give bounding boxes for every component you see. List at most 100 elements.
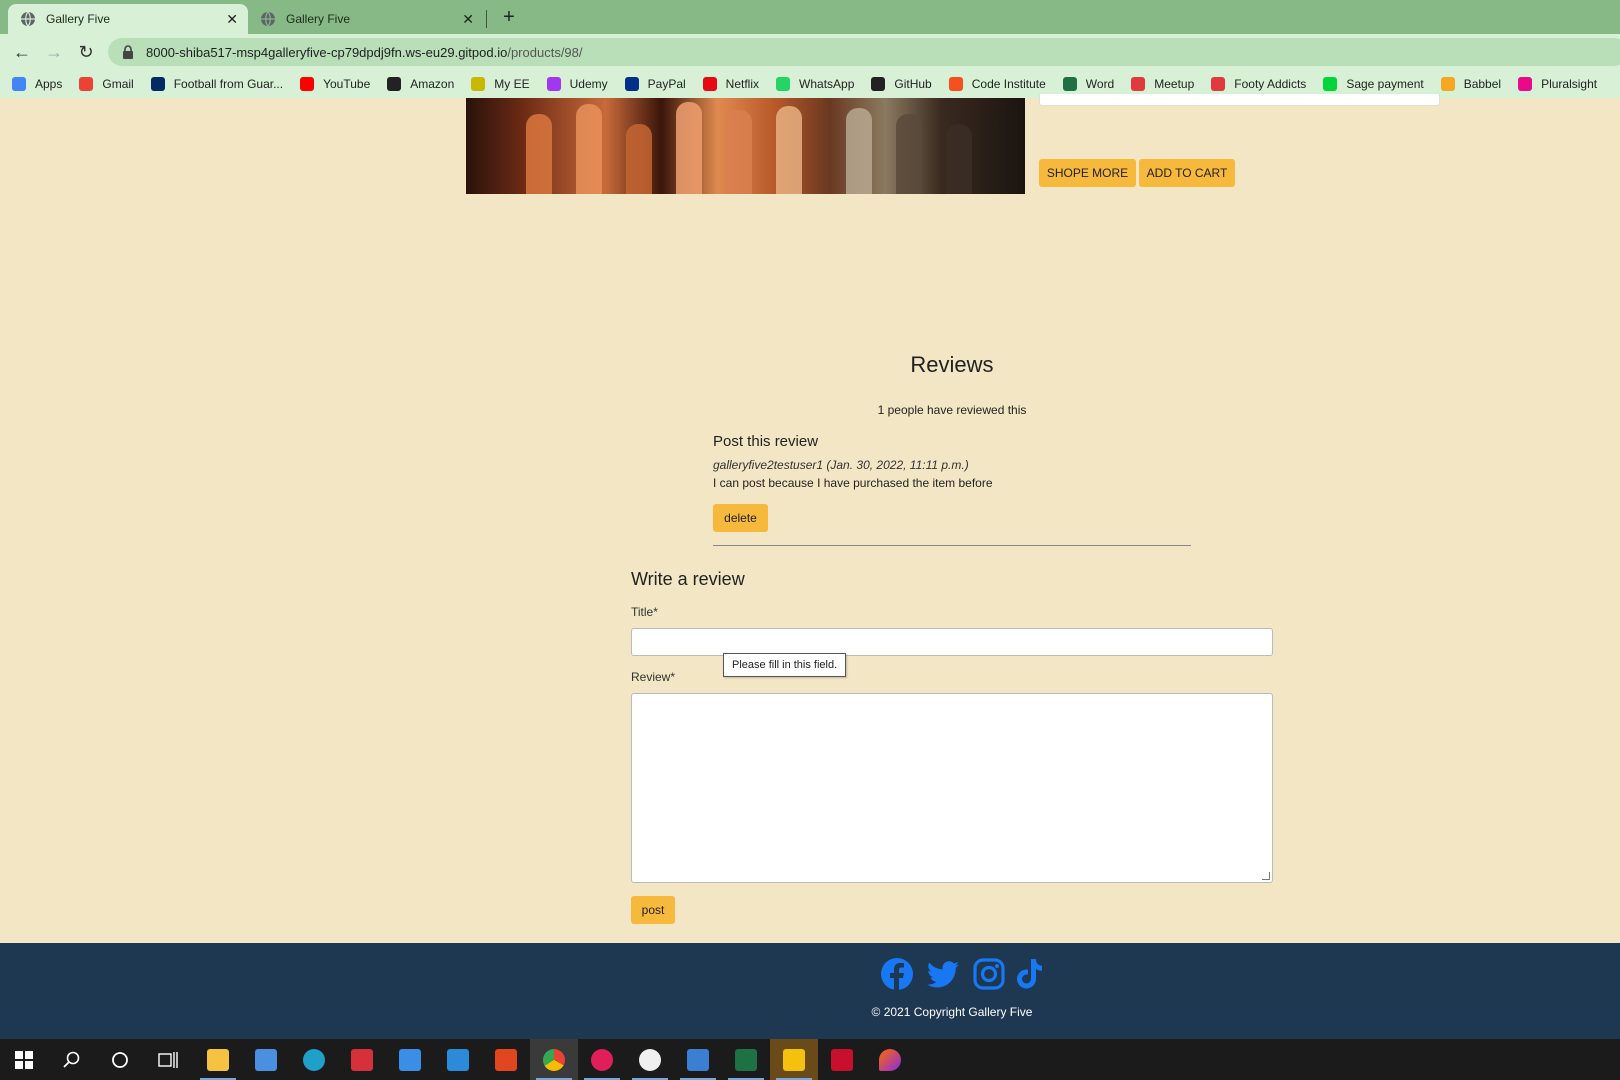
delete-review-button[interactable]: delete: [713, 504, 768, 532]
bookmark-item[interactable]: Gmail: [79, 77, 134, 91]
netflix-icon: [702, 77, 717, 91]
review-title: Post this review: [713, 433, 819, 450]
bookmark-label: My EE: [494, 77, 530, 91]
apps-grid-icon: [12, 77, 26, 91]
bookmark-item[interactable]: Word: [1062, 77, 1115, 91]
bookmark-item[interactable]: Sage payment: [1323, 77, 1424, 91]
mcafee-icon[interactable]: [818, 1039, 866, 1080]
office-icon[interactable]: [482, 1039, 530, 1080]
bookmark-label: YouTube: [323, 77, 371, 91]
post-review-button[interactable]: post: [631, 896, 675, 924]
bookmark-label: Word: [1085, 77, 1115, 91]
url-host: 8000-shiba517-msp4galleryfive-cp79dpdj9f…: [146, 44, 508, 60]
globe-icon: [21, 11, 35, 27]
search-icon[interactable]: [48, 1039, 96, 1080]
url-path: /products/98/: [507, 44, 583, 60]
babbel-icon: [1440, 77, 1455, 91]
site-footer: © 2021 Copyright Gallery Five: [0, 943, 1620, 1039]
youtube-icon: [300, 77, 315, 91]
review-label: Review*: [631, 670, 676, 684]
bookmark-item[interactable]: YouTube: [300, 77, 370, 91]
address-bar[interactable]: 8000-shiba517-msp4galleryfive-cp79dpdj9f…: [108, 38, 1620, 66]
slack-icon[interactable]: [578, 1039, 626, 1080]
emoji-app-icon[interactable]: [626, 1039, 674, 1080]
footy-addicts-icon: [1211, 77, 1226, 91]
bookmark-label: Babbel: [1463, 77, 1502, 91]
bookmark-label: GitHub: [894, 77, 932, 91]
task-view-icon[interactable]: [144, 1039, 192, 1080]
bookmark-label: PayPal: [647, 77, 686, 91]
bookmark-label: Footy Addicts: [1234, 77, 1307, 91]
copyright-text: © 2021 Copyright Gallery Five: [871, 1005, 1033, 1019]
photos-icon[interactable]: [674, 1039, 722, 1080]
new-tab-icon[interactable]: +: [498, 6, 520, 29]
security-shield-icon[interactable]: [770, 1039, 818, 1080]
add-to-cart-button[interactable]: ADD TO CART: [1139, 159, 1235, 187]
bookmark-item[interactable]: Babbel: [1440, 77, 1502, 91]
guardian-icon: [150, 77, 165, 91]
forward-arrow-icon[interactable]: →: [42, 40, 66, 64]
instagram-icon[interactable]: [972, 957, 1006, 991]
bookmark-item[interactable]: Netflix: [702, 77, 759, 91]
pluralsight-icon: [1518, 77, 1533, 91]
windows-start-icon[interactable]: [0, 1039, 48, 1080]
whatsapp-icon: [776, 77, 791, 91]
tab-separator: [486, 10, 487, 28]
resize-grip-icon[interactable]: [1262, 872, 1270, 880]
bookmark-item[interactable]: GitHub: [871, 77, 932, 91]
udemy-icon: [546, 77, 561, 91]
bookmark-item[interactable]: Football from Guar...: [150, 77, 284, 91]
title-label: Title*: [631, 605, 658, 619]
quantity-input[interactable]: [1039, 94, 1440, 106]
bookmark-item[interactable]: Meetup: [1131, 77, 1194, 91]
close-tab-icon[interactable]: ✕: [226, 11, 238, 28]
bookmark-item[interactable]: WhatsApp: [776, 77, 854, 91]
mail-icon[interactable]: [386, 1039, 434, 1080]
review-textarea[interactable]: [631, 693, 1273, 883]
browser-tab-active[interactable]: Gallery Five ✕: [8, 4, 248, 34]
title-input[interactable]: [631, 628, 1273, 656]
bookmark-label: Pluralsight: [1541, 77, 1598, 91]
excel-icon[interactable]: [722, 1039, 770, 1080]
reload-icon[interactable]: ↻: [74, 40, 98, 64]
twitter-icon[interactable]: [926, 957, 960, 991]
review-meta: galleryfive2testuser1 (Jan. 30, 2022, 11…: [713, 458, 969, 472]
bookmark-item[interactable]: Code Institute: [948, 77, 1046, 91]
shop-more-button[interactable]: SHOPE MORE: [1039, 159, 1136, 187]
back-arrow-icon[interactable]: ←: [10, 40, 34, 64]
bookmark-item[interactable]: Amazon: [387, 77, 454, 91]
tab-title: Gallery Five: [46, 12, 111, 26]
bookmark-label: Football from Guar...: [173, 77, 284, 91]
tab-title: Gallery Five: [286, 12, 351, 26]
file-explorer-icon[interactable]: [194, 1039, 242, 1080]
close-tab-icon[interactable]: ✕: [462, 11, 474, 28]
ee-icon: [471, 77, 486, 91]
microsoft-store-icon[interactable]: [242, 1039, 290, 1080]
gift-icon[interactable]: [338, 1039, 386, 1080]
cortana-icon[interactable]: [96, 1039, 144, 1080]
facebook-icon[interactable]: [880, 957, 914, 991]
bookmark-item[interactable]: Pluralsight: [1518, 77, 1597, 91]
bookmark-item[interactable]: Apps: [12, 77, 62, 91]
bookmark-item[interactable]: Footy Addicts: [1211, 77, 1306, 91]
bookmark-label: Gmail: [102, 77, 134, 91]
amazon-icon: [387, 77, 402, 91]
windows-taskbar: [0, 1039, 1620, 1080]
gmail-icon: [79, 77, 94, 91]
bookmark-item[interactable]: PayPal: [624, 77, 686, 91]
lock-icon: [123, 45, 133, 59]
github-icon: [871, 77, 886, 91]
bookmark-label: Meetup: [1154, 77, 1195, 91]
edge-icon[interactable]: [290, 1039, 338, 1080]
bookmark-label: Sage payment: [1346, 77, 1424, 91]
chrome-icon[interactable]: [530, 1039, 578, 1080]
tiktok-icon[interactable]: [1014, 957, 1048, 991]
paint-drop-icon[interactable]: [866, 1039, 914, 1080]
bookmark-item[interactable]: Udemy: [546, 77, 608, 91]
vscode-icon[interactable]: [434, 1039, 482, 1080]
browser-tab[interactable]: Gallery Five ✕: [248, 4, 484, 34]
bookmark-item[interactable]: My EE: [471, 77, 530, 91]
reviews-heading: Reviews: [910, 352, 994, 377]
meetup-icon: [1131, 77, 1146, 91]
product-image: [466, 98, 1025, 194]
